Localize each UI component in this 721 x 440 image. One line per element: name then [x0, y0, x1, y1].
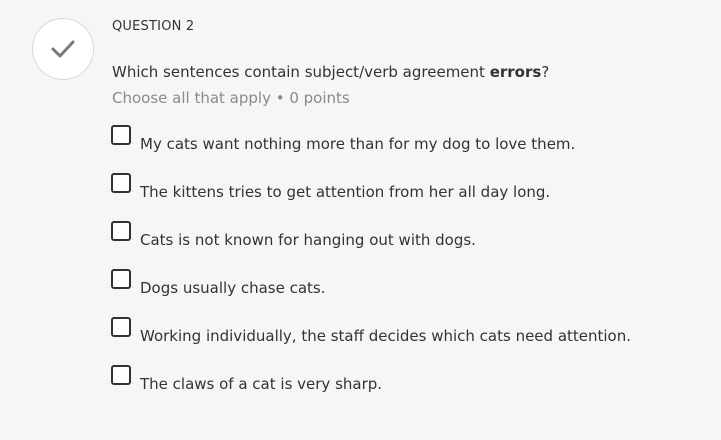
prompt-end: ?: [541, 63, 550, 81]
checkmark-icon: [51, 40, 75, 58]
answer-option[interactable]: Working individually, the staff decides …: [111, 317, 701, 357]
answer-option-label[interactable]: Working individually, the staff decides …: [140, 327, 631, 345]
answer-option[interactable]: Cats is not known for hanging out with d…: [111, 221, 701, 261]
answer-checkbox[interactable]: [111, 173, 131, 193]
answer-option[interactable]: Dogs usually chase cats.: [111, 269, 701, 309]
answer-checkbox[interactable]: [111, 125, 131, 145]
answer-option-label[interactable]: My cats want nothing more than for my do…: [140, 135, 575, 153]
question-status-badge: [32, 18, 94, 80]
answer-checkbox[interactable]: [111, 221, 131, 241]
question-card: QUESTION 2 Which sentences contain subje…: [0, 0, 721, 440]
answer-checkbox[interactable]: [111, 269, 131, 289]
answer-option[interactable]: My cats want nothing more than for my do…: [111, 125, 701, 165]
prompt-text: Which sentences contain subject/verb agr…: [112, 63, 490, 81]
question-number-label: QUESTION 2: [112, 19, 195, 34]
answer-option-label[interactable]: The kittens tries to get attention from …: [140, 183, 550, 201]
prompt-emphasis: errors: [489, 63, 542, 81]
answer-checkbox[interactable]: [111, 365, 131, 385]
answer-checkbox[interactable]: [111, 317, 131, 337]
answer-option-label[interactable]: The claws of a cat is very sharp.: [140, 375, 382, 393]
question-prompt: Which sentences contain subject/verb agr…: [112, 63, 549, 81]
answer-option[interactable]: The kittens tries to get attention from …: [111, 173, 701, 213]
answer-option-label[interactable]: Dogs usually chase cats.: [140, 279, 326, 297]
answer-option[interactable]: The claws of a cat is very sharp.: [111, 365, 701, 405]
answer-option-label[interactable]: Cats is not known for hanging out with d…: [140, 231, 476, 249]
question-instructions: Choose all that apply • 0 points: [112, 89, 350, 107]
